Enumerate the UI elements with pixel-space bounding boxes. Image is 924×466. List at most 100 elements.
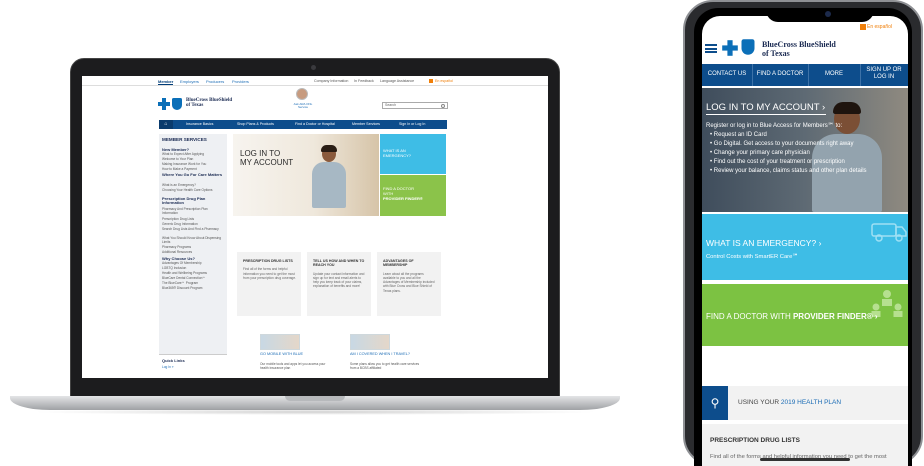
nav-find-a-doctor[interactable]: FIND A DOCTOR — [753, 71, 807, 78]
tab-member[interactable]: Member — [158, 79, 174, 85]
ask-service-link[interactable]: Ask ARA ONL Service — [289, 102, 317, 110]
nav-sign-up-log-in[interactable]: SIGN UP OR LOG IN — [860, 67, 908, 80]
phone-camera — [825, 11, 831, 17]
hero-title: LOG IN TO MY ACCOUNT — [240, 149, 294, 167]
mobile-nav: CONTACT US FIND A DOCTOR MORE SIGN UP OR… — [702, 64, 908, 86]
sidebar-link[interactable]: What You Should Know About Dispensing Li… — [162, 236, 224, 244]
laptop-camera — [311, 65, 316, 70]
language-assistance-link[interactable]: Language Assistance — [380, 79, 414, 83]
blue-shield-icon — [741, 39, 755, 55]
using-health-plan-label: USING YOUR 2019 HEALTH PLAN — [738, 399, 842, 406]
promo-travel-title[interactable]: AM I COVERED WHEN I TRAVEL? — [350, 352, 410, 356]
espanol-link[interactable]: En español — [867, 24, 892, 30]
language-flag-icon — [860, 24, 866, 30]
hero-list-item: • Find out the cost of your treatment or… — [710, 159, 845, 165]
quick-links-heading: Quick Links — [162, 358, 185, 363]
hero-title[interactable]: LOG IN TO MY ACCOUNT › — [706, 102, 825, 113]
company-info-link[interactable]: Company Information — [314, 79, 348, 83]
sidebar-link[interactable]: BlueCare Dental Connection℠ — [162, 276, 206, 280]
blue-shield-icon — [172, 98, 182, 110]
agent-avatar[interactable] — [296, 88, 308, 100]
feedback-link[interactable]: In Feedback — [354, 79, 374, 83]
blue-cross-icon — [158, 98, 170, 110]
search-icon — [441, 104, 445, 108]
sidebar-link[interactable]: Blue365® Discount Program — [162, 286, 202, 290]
main-nav: ⌂ Insurance Basics Shop Plans & Products… — [159, 120, 447, 129]
quick-links-box: Quick Links Log In » — [159, 354, 227, 378]
phone-notch — [766, 8, 874, 22]
nav-shop-plans[interactable]: Shop Plans & Products — [237, 122, 274, 126]
spacer — [702, 346, 908, 386]
provider-finder-title[interactable]: FIND A DOCTOR WITH PROVIDER FINDER® › — [706, 312, 878, 321]
nav-insurance-basics[interactable]: Insurance Basics — [186, 122, 213, 126]
home-icon[interactable]: ⌂ — [159, 120, 173, 129]
laptop-shadow — [30, 409, 600, 415]
promo-mobile-title[interactable]: GO MOBILE WITH BLUE — [260, 352, 303, 356]
device-mockup-stage: Member Employers Producers Providers Com… — [0, 0, 924, 466]
quick-login-link[interactable]: Log In » — [162, 365, 174, 369]
card-prescription-drug-lists[interactable]: PRESCRIPTION DRUG LISTS Find all of the … — [237, 252, 301, 316]
sidebar-link[interactable]: LGBTQ Inclusion — [162, 266, 186, 270]
sidebar-link[interactable]: Generic Drug Information — [162, 222, 198, 226]
tab-employers[interactable]: Employers — [180, 79, 199, 84]
nav-member-services[interactable]: Member Services — [352, 122, 380, 126]
hero-person-photo — [812, 102, 882, 212]
sidebar-link[interactable]: Choosing Your Health Care Options — [162, 188, 222, 192]
card-contact-preferences[interactable]: TELL US HOW AND WHEN TO REACH YOU Update… — [307, 252, 371, 316]
nav-contact-us[interactable]: CONTACT US — [704, 71, 750, 78]
card-advantages[interactable]: ADVANTAGES OF MEMBERSHIP Learn about all… — [377, 252, 441, 316]
provider-finder-tile[interactable]: FIND A DOCTOR WITH PROVIDER FINDER® — [380, 175, 446, 216]
laptop-base — [10, 396, 620, 410]
sidebar-link[interactable]: The BlueCare℠ Program — [162, 281, 198, 285]
search-input[interactable]: Search — [382, 102, 448, 109]
sidebar-group-title: Prescription Drug Plan Information — [162, 196, 206, 206]
hero-underline — [706, 114, 826, 115]
login-hero-banner[interactable] — [233, 134, 379, 216]
sidebar-link[interactable]: How to Make a Payment — [162, 167, 197, 171]
mobile-promo-image — [260, 334, 300, 350]
brand-name: BlueCross BlueShield of Texas — [186, 98, 233, 108]
promo-mobile-body: Our mobile tools and apps let you access… — [260, 362, 326, 371]
sidebar-link[interactable]: Prescription Drug Lists — [162, 217, 194, 221]
sidebar-link[interactable]: What is an Emergency? — [162, 183, 196, 187]
hero-list-item: • Request an ID Card — [710, 132, 767, 138]
home-indicator — [760, 458, 850, 461]
sidebar-link[interactable]: Pharmacy And Prescription Plan Informati… — [162, 207, 224, 215]
emergency-subtitle: Control Costs with SmartER Care℠ — [706, 254, 799, 260]
emergency-tile[interactable]: WHAT IS AN EMERGENCY? — [380, 134, 446, 174]
emergency-title[interactable]: WHAT IS AN EMERGENCY? › — [706, 238, 821, 248]
language-flag-icon — [429, 79, 433, 83]
hero-person-photo — [312, 145, 346, 208]
hero-list-item: • Change your primary care physician — [710, 150, 810, 156]
sidebar-link[interactable]: Search Drug Lists And Find a Pharmacy — [162, 227, 224, 231]
blue-cross-icon — [722, 40, 738, 56]
audience-bar: Member Employers Producers Providers Com… — [82, 76, 548, 86]
sidebar-link[interactable]: Additional Resources — [162, 250, 192, 254]
nav-sign-in[interactable]: Sign In or Log In — [399, 122, 425, 126]
rx-title: PRESCRIPTION DRUG LISTS — [710, 437, 800, 444]
espanol-link[interactable]: En español — [435, 79, 453, 83]
brand-name: BlueCross BlueShield of Texas — [762, 40, 836, 58]
laptop-opening-notch — [285, 396, 345, 401]
sidebar-link[interactable]: Welcome to Your Plan — [162, 157, 193, 161]
promo-travel-body: Some plans allow you to get health care … — [350, 362, 420, 371]
sidebar-link[interactable]: Making Insurance Work for You — [162, 162, 206, 166]
hero-intro: Register or log in to Blue Access for Me… — [706, 123, 843, 129]
sidebar-link[interactable]: Pharmacy Programs — [162, 245, 191, 249]
travel-promo-image — [350, 334, 390, 350]
map-pin-icon: ⚲ — [702, 386, 728, 420]
ambulance-icon — [871, 223, 907, 242]
tab-providers[interactable]: Providers — [232, 79, 249, 84]
sidebar-link[interactable]: Health and Wellbeing Programs — [162, 271, 207, 275]
tab-producers[interactable]: Producers — [206, 79, 224, 84]
desktop-site-screen: Member Employers Producers Providers Com… — [82, 76, 548, 378]
hero-list-item: • Go Digital. Get access to your documen… — [710, 141, 854, 147]
nav-more[interactable]: MORE — [809, 71, 859, 78]
sidebar-link[interactable]: Advantages Of Membership — [162, 261, 202, 265]
sidebar-heading: MEMBER SERVICES — [162, 137, 207, 142]
hamburger-menu-icon[interactable] — [705, 44, 717, 53]
nav-find-doctor[interactable]: Find a Doctor or Hospital — [295, 122, 335, 126]
sidebar-link[interactable]: What to Expect After Applying — [162, 152, 204, 156]
sidebar-group-title: Where You Go For Care Matters — [162, 172, 223, 177]
hero-list-item: • Review your balance, claims status and… — [710, 168, 867, 174]
